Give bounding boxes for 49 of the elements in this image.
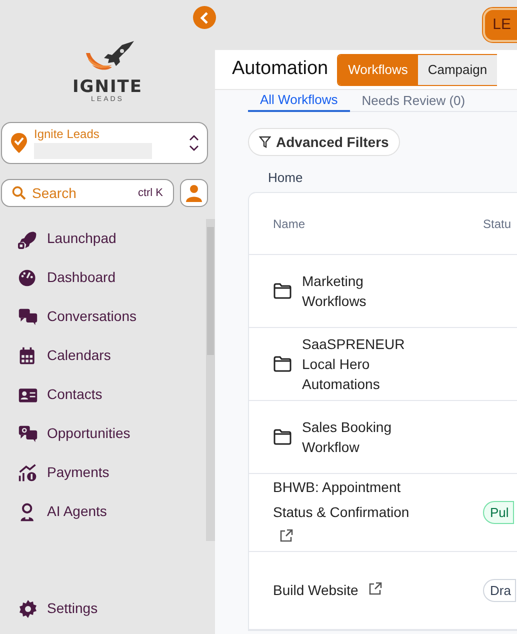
status-badge: Pul [483, 501, 514, 524]
chevron-left-icon [200, 12, 210, 24]
scrollbar-thumb[interactable] [207, 227, 214, 355]
sidebar-item[interactable]: Conversations [18, 297, 206, 336]
status-badge: Dra [483, 579, 516, 602]
table-cell-text: Marketing Workflows [302, 272, 368, 311]
sidebar-item[interactable]: Dashboard [18, 258, 206, 297]
sidebar-item[interactable]: AI Agents [18, 492, 206, 531]
table-cell-text: SaaSPRENEUR Local Hero Automations [302, 335, 406, 394]
tab[interactable]: Campaign [418, 54, 498, 84]
tab[interactable]: Needs Review (0) [350, 94, 478, 111]
person-icon [186, 184, 202, 202]
external-link-icon[interactable] [279, 529, 293, 543]
search-icon [12, 186, 26, 200]
filter-button[interactable]: Advanced Filters [248, 128, 400, 156]
column-header: Name [273, 216, 306, 232]
profile-button[interactable] [180, 179, 208, 207]
filter-icon [259, 136, 271, 148]
external-link-icon[interactable] [368, 582, 382, 596]
gear-icon [18, 598, 38, 618]
folder-icon [273, 283, 292, 299]
brand-name: IGNITE [72, 78, 143, 96]
sidebar-item[interactable]: Contacts [18, 375, 206, 414]
chat-bubbles-icon [18, 306, 38, 326]
breadcrumb: Home [267, 169, 304, 187]
page-title: Automation [232, 57, 328, 82]
account-name: Ignite Leads [34, 127, 100, 142]
top-button[interactable]: LE [482, 8, 517, 42]
location-pin-icon [10, 132, 28, 154]
folder-icon [273, 429, 292, 445]
search-field[interactable]: Search [32, 182, 132, 204]
table-cell-text: Sales Booking Workflow [302, 418, 393, 457]
tab[interactable]: All Workflows [248, 93, 350, 112]
search-box[interactable]: Search ctrl K [1, 179, 174, 207]
table-cell: BHWB: Appointment Status & Confirmation [273, 475, 433, 550]
shortcut-hint: ctrl K [138, 186, 163, 201]
sidebar-item[interactable]: Calendars [18, 336, 206, 375]
gauge-icon [18, 268, 38, 288]
sidebar-item[interactable]: Settings [18, 589, 98, 628]
chart-coin-icon [18, 462, 38, 482]
collapse-button[interactable] [193, 6, 216, 29]
table-cell: Build Website [273, 578, 433, 603]
sidebar-item[interactable]: Opportunities [18, 414, 206, 453]
sidebar-item[interactable]: Launchpad [18, 219, 206, 258]
folder-icon [273, 356, 292, 372]
money-chat-icon [18, 424, 38, 444]
up-down-chevron-icon [189, 135, 199, 151]
column-header: Statu [483, 216, 512, 232]
sidebar-item[interactable]: Payments [18, 453, 206, 492]
